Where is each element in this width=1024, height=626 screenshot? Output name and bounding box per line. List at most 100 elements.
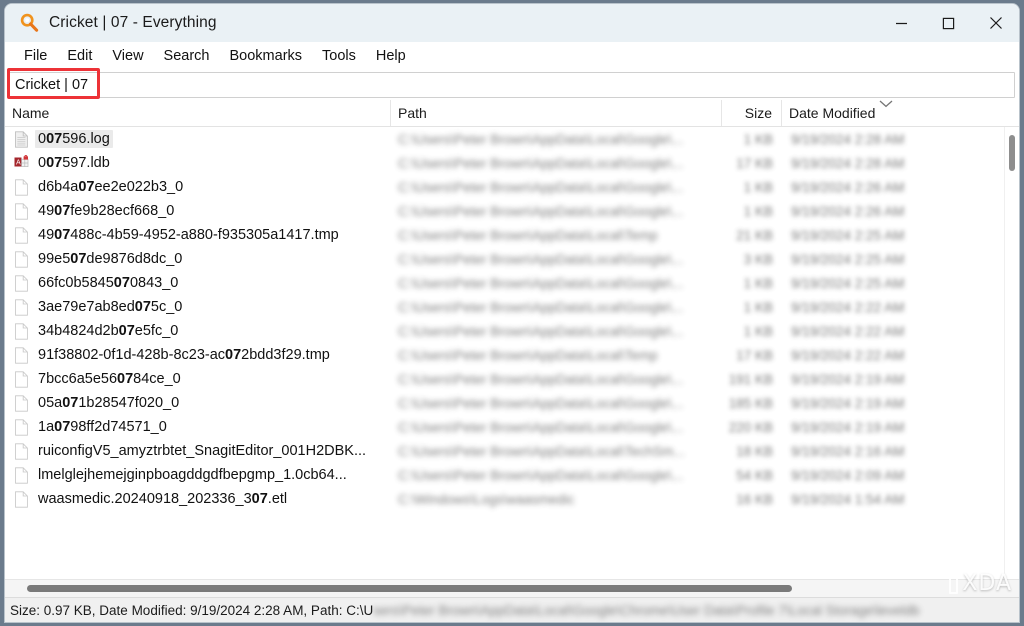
result-path-cell: C:\Users\Peter Brown\AppData\Local\Googl… (398, 131, 684, 147)
close-button[interactable] (972, 4, 1019, 42)
result-row[interactable]: 1a0798ff2d74571_0 C:\Users\Peter Brown\Ap… (5, 415, 1005, 439)
svg-text:A: A (16, 159, 21, 166)
access-locked-file-icon: A (14, 154, 29, 167)
result-file-name: 007596.log (35, 130, 113, 148)
menu-item-help[interactable]: Help (366, 46, 416, 66)
result-row[interactable]: 007596.log C:\Users\Peter Brown\AppData\L… (5, 127, 1005, 151)
result-name-cell: 1a0798ff2d74571_0 (5, 418, 391, 436)
result-date-cell: 9/19/2024 2:09 AM (791, 467, 905, 483)
result-path-cell: C:\Users\Peter Brown\AppData\Local\Temp (398, 347, 658, 363)
result-file-name: 99e507de9876d8dc_0 (38, 251, 183, 267)
result-row[interactable]: 3ae79e7ab8ed075c_0 C:\Users\Peter Brown\A… (5, 295, 1005, 319)
close-icon (989, 17, 1002, 29)
result-path-cell: C:\Users\Peter Brown\AppData\Local\Googl… (398, 251, 684, 267)
result-row[interactable]: ruiconfigV5_amyztrbtet_SnagitEditor_001H… (5, 439, 1005, 463)
generic-file-icon (15, 298, 28, 316)
result-row[interactable]: 7bcc6a5e560784ce_0 C:\Users\Peter Brown\A… (5, 367, 1005, 391)
column-header-size[interactable]: Size (722, 100, 782, 126)
column-header-name-label: Name (12, 105, 50, 121)
result-file-name: 34b4824d2b07e5fc_0 (38, 323, 179, 339)
result-row[interactable]: 05a071b28547f020_0 C:\Users\Peter Brown\A… (5, 391, 1005, 415)
result-date-cell: 9/19/2024 1:54 AM (791, 491, 905, 507)
result-name-cell: A 007597.ldb (5, 154, 391, 172)
column-header-size-label: Size (744, 105, 772, 121)
result-date-cell: 9/19/2024 2:19 AM (791, 395, 905, 411)
result-path-cell: C:\Users\Peter Brown\AppData\Local\Googl… (398, 371, 684, 387)
result-name-cell: 4907488c-4b59-4952-a880-f935305a1417.tmp (5, 226, 391, 244)
result-size-cell: 54 KB (736, 467, 773, 483)
result-path-cell: C:\Users\Peter Brown\AppData\Local\Googl… (398, 203, 684, 219)
result-date-cell: 9/19/2024 2:26 AM (791, 179, 905, 195)
result-name-cell: waasmedic.20240918_202336_307.etl (5, 490, 391, 508)
menu-item-tools[interactable]: Tools (312, 46, 366, 66)
result-date-cell: 9/19/2024 2:26 AM (791, 203, 905, 219)
result-path-cell: C:\Users\Peter Brown\AppData\Local\Googl… (398, 155, 684, 171)
result-row[interactable]: A 007597.ldb C:\Users\Peter Brown\AppData\… (5, 151, 1005, 175)
results-list[interactable]: 007596.log C:\Users\Peter Brown\AppData\L… (5, 127, 1005, 579)
menu-item-bookmarks[interactable]: Bookmarks (220, 46, 313, 66)
column-header-name[interactable]: Name (5, 100, 391, 126)
magnifier-icon (17, 10, 43, 36)
menu-bar: File Edit View Search Bookmarks Tools He… (5, 42, 1019, 70)
title-bar: Cricket | 07 - Everything (5, 4, 1019, 42)
menu-item-view[interactable]: View (102, 46, 153, 66)
result-row[interactable]: 91f38802-0f1d-428b-8c23-ac072bdd3f29.tmp… (5, 343, 1005, 367)
maximize-button[interactable] (925, 4, 972, 42)
generic-file-icon (15, 370, 28, 388)
result-date-cell: 9/19/2024 2:25 AM (791, 275, 905, 291)
result-row[interactable]: d6b4a07ee2e022b3_0 C:\Users\Peter Brown\A… (5, 175, 1005, 199)
search-input[interactable] (8, 72, 1015, 98)
result-name-cell: 007596.log (5, 130, 391, 148)
result-path-cell: C:\Users\Peter Brown\AppData\Local\Googl… (398, 275, 684, 291)
minimize-button[interactable] (878, 4, 925, 42)
result-row[interactable]: 4907fe9b28ecf668_0 C:\Users\Peter Brown\A… (5, 199, 1005, 223)
vertical-scrollbar-thumb[interactable] (1009, 135, 1015, 171)
result-date-cell: 9/19/2024 2:19 AM (791, 419, 905, 435)
result-path-cell: C:\Users\Peter Brown\AppData\Local\Temp (398, 227, 658, 243)
result-row[interactable]: lmelglejhemejginpboagddgdfbepgmp_1.0cb64… (5, 463, 1005, 487)
column-header-path[interactable]: Path (391, 100, 722, 126)
minimize-icon (896, 22, 907, 24)
result-size-cell: 1 KB (743, 323, 773, 339)
generic-file-icon (15, 346, 28, 364)
result-file-name: ruiconfigV5_amyztrbtet_SnagitEditor_001H… (38, 443, 367, 459)
menu-item-file[interactable]: File (14, 46, 57, 66)
horizontal-scrollbar-thumb[interactable] (27, 585, 792, 592)
menu-item-search[interactable]: Search (154, 46, 220, 66)
column-header-date-modified[interactable]: Date Modified (782, 100, 942, 126)
result-path-cell: C:\Users\Peter Brown\AppData\Local\Googl… (398, 467, 684, 483)
result-size-cell: 1 KB (743, 131, 773, 147)
results-area: 007596.log C:\Users\Peter Brown\AppData\L… (5, 127, 1019, 579)
result-date-cell: 9/19/2024 2:28 AM (791, 131, 905, 147)
result-file-name: 1a0798ff2d74571_0 (38, 419, 167, 435)
result-file-name: lmelglejhemejginpboagddgdfbepgmp_1.0cb64… (38, 467, 347, 483)
everything-window: Cricket | 07 - Everything File Edit View… (4, 3, 1020, 623)
generic-file-icon (15, 178, 28, 196)
vertical-scrollbar[interactable] (1004, 127, 1019, 579)
result-name-cell: 3ae79e7ab8ed075c_0 (5, 298, 391, 316)
result-date-cell: 9/19/2024 2:19 AM (791, 371, 905, 387)
generic-file-icon (15, 418, 28, 436)
result-name-cell: 99e507de9876d8dc_0 (5, 250, 391, 268)
column-header-path-label: Path (398, 105, 427, 121)
result-file-name: 007597.ldb (38, 155, 110, 171)
result-row[interactable]: 66fc0b5845070843_0 C:\Users\Peter Brown\A… (5, 271, 1005, 295)
result-size-cell: 220 KB (728, 419, 773, 435)
result-name-cell: 91f38802-0f1d-428b-8c23-ac072bdd3f29.tmp (5, 346, 391, 364)
result-file-name: d6b4a07ee2e022b3_0 (38, 179, 184, 195)
result-file-name: 66fc0b5845070843_0 (38, 275, 179, 291)
result-row[interactable]: 34b4824d2b07e5fc_0 C:\Users\Peter Brown\A… (5, 319, 1005, 343)
result-size-cell: 185 KB (728, 395, 773, 411)
horizontal-scrollbar[interactable] (5, 579, 1019, 597)
result-date-cell: 9/19/2024 2:25 AM (791, 227, 905, 243)
generic-file-icon (15, 274, 28, 292)
result-row[interactable]: waasmedic.20240918_202336_307.etl C:\Wind… (5, 487, 1005, 511)
result-size-cell: 17 KB (736, 155, 773, 171)
generic-file-icon (15, 490, 28, 508)
result-file-name: 7bcc6a5e560784ce_0 (38, 371, 181, 387)
result-row[interactable]: 99e507de9876d8dc_0 C:\Users\Peter Brown\A… (5, 247, 1005, 271)
result-name-cell: d6b4a07ee2e022b3_0 (5, 178, 391, 196)
menu-item-edit[interactable]: Edit (57, 46, 102, 66)
log-file-icon (15, 130, 28, 148)
result-row[interactable]: 4907488c-4b59-4952-a880-f935305a1417.tmp… (5, 223, 1005, 247)
